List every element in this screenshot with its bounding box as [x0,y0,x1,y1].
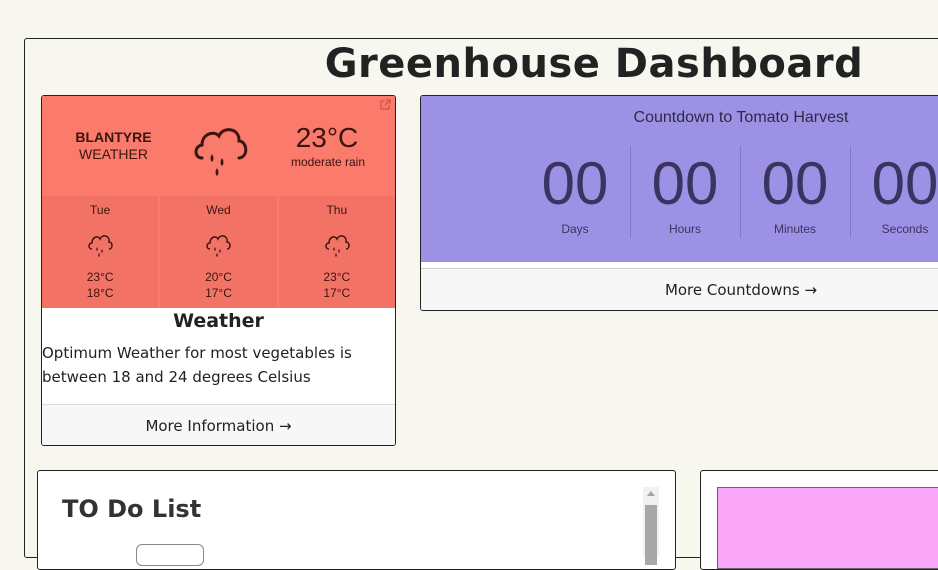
rain-cloud-icon [206,235,232,257]
forecast-low: 17°C [323,286,351,300]
todo-scrollbar[interactable] [643,487,659,565]
countdown-label: Seconds [881,222,929,236]
forecast-low: 17°C [205,286,232,300]
countdown-label: Minutes [773,222,817,236]
todo-input[interactable] [136,544,204,566]
rain-cloud-icon [325,235,350,257]
forecast-high: 23°C [323,270,351,284]
forecast-high: 23°C [86,270,114,284]
forecast-day-name: Thu [326,203,348,217]
forecast-low: 18°C [86,286,114,300]
scroll-thumb[interactable] [645,505,657,565]
countdown-value: 00 [651,150,719,217]
forecast-day-name: Tue [90,203,111,217]
countdown-card: Countdown to Tomato Harvest 00 Days 00 H… [420,95,938,311]
todo-card: TO Do List [37,470,676,570]
weather-heading: Weather [173,310,264,332]
weather-location: BLANTYRE WEATHER [42,129,185,163]
countdown-value: 00 [761,150,829,217]
scroll-up-arrow-icon[interactable] [647,491,655,496]
forecast-high: 20°C [205,270,232,284]
right-card [700,470,938,570]
weather-description: Optimum Weather for most vegetables is b… [42,344,352,386]
current-temperature: 23°C [295,122,359,153]
countdown-value: 00 [541,150,609,217]
forecast-day: Tue 23°C 18°C [42,196,159,308]
countdown-label: Hours [668,222,701,236]
countdown-seconds: 00 Seconds [850,146,938,238]
countdown-widget: Countdown to Tomato Harvest 00 Days 00 H… [421,96,938,262]
countdown-hours: 00 Hours [630,146,740,238]
rain-cloud-icon [194,128,248,176]
weather-card: BLANTYRE WEATHER 23°C moderate rain Tue … [41,95,396,446]
countdown-divider-band [421,262,938,269]
weather-widget[interactable]: BLANTYRE WEATHER 23°C moderate rain Tue … [42,96,395,308]
countdown-title: Countdown to Tomato Harvest [633,109,849,126]
forecast-row: Tue 23°C 18°C Wed 20°C 17°C Thu 23°C 17°… [42,196,395,308]
countdown-minutes: 00 Minutes [740,146,850,238]
page-title: Greenhouse Dashboard [324,41,864,87]
current-condition: moderate rain [290,155,366,169]
countdown-value: 00 [871,150,938,217]
city-name: BLANTYRE [75,129,152,145]
pink-widget [717,487,938,569]
more-information-link[interactable]: More Information → [42,404,395,445]
more-countdowns-link[interactable]: More Countdowns → [421,269,938,310]
forecast-day: Wed 20°C 17°C [160,196,277,308]
countdown-days: 00 Days [520,146,630,238]
countdown-label: Days [561,222,589,236]
city-subtitle: WEATHER [79,146,148,162]
forecast-day: Thu 23°C 17°C [278,196,395,308]
external-link-icon[interactable] [380,99,391,110]
forecast-day-name: Wed [206,203,231,217]
rain-cloud-icon [88,235,113,257]
todo-title: TO Do List [62,495,202,523]
